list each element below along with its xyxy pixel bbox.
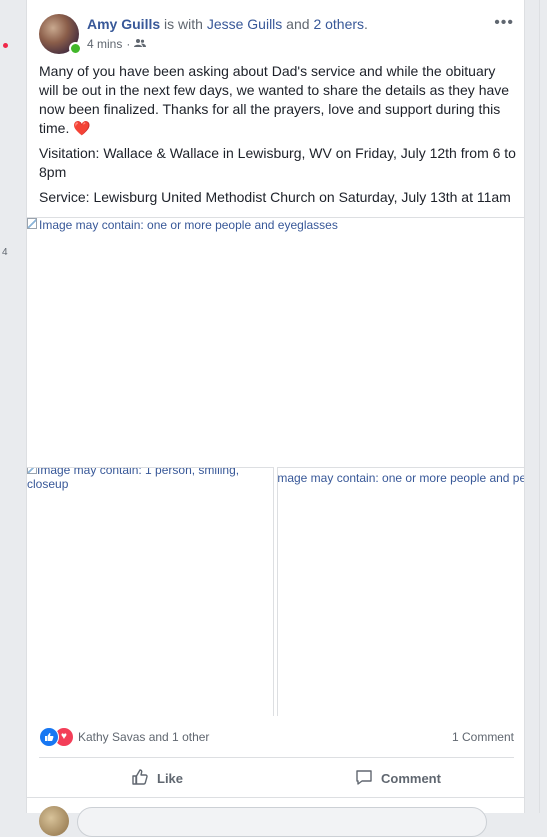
heart-emoji: ❤️ — [73, 120, 91, 136]
broken-image-icon — [27, 468, 37, 474]
comment-icon — [355, 768, 373, 789]
reactors-link[interactable]: Kathy Savas and 1 other — [78, 730, 209, 744]
right-divider — [539, 0, 540, 813]
post-card: Amy Guills is with Jesse Guills and 2 ot… — [26, 0, 525, 837]
post-actions: Like Comment — [39, 757, 514, 798]
photo-right[interactable]: Image may contain: one or more people an… — [277, 467, 524, 716]
photo-left-alt: Image may contain: 1 person, smiling, cl… — [27, 468, 267, 491]
sidebar-counter: 4 — [2, 247, 8, 258]
thumbs-up-icon[interactable] — [39, 727, 59, 747]
post-meta: 4 mins · — [87, 37, 147, 51]
tagged-others-link[interactable]: 2 others — [313, 16, 364, 32]
tagged-person-link[interactable]: Jesse Guills — [207, 16, 282, 32]
comment-count-link[interactable]: 1 Comment — [452, 730, 514, 744]
current-user-avatar — [39, 806, 69, 836]
post-header: Amy Guills is with Jesse Guills and 2 ot… — [39, 14, 514, 55]
like-icon — [131, 768, 149, 789]
meta-separator: · — [126, 37, 131, 51]
comment-input[interactable] — [77, 807, 487, 837]
and-text: and — [282, 16, 314, 32]
friends-icon[interactable] — [134, 37, 147, 51]
author-name-link[interactable]: Amy Guills — [87, 16, 160, 32]
comment-label: Comment — [381, 771, 441, 786]
like-label: Like — [157, 771, 184, 786]
post-paragraph-3: Service: Lewisburg United Methodist Chur… — [39, 189, 511, 205]
period-text: . — [364, 16, 368, 32]
photo-left[interactable]: Image may contain: 1 person, smiling, cl… — [27, 467, 274, 716]
photo-main[interactable]: Image may contain: one or more people an… — [27, 217, 524, 465]
photo-main-alt: Image may contain: one or more people an… — [27, 218, 524, 232]
broken-image-icon — [27, 218, 37, 229]
comment-composer — [27, 797, 524, 837]
right-sidebar-strip — [526, 0, 547, 813]
post-body: Many of you have been asking about Dad's… — [39, 62, 517, 213]
with-text: is with — [160, 16, 207, 32]
post-author-line: Amy Guills is with Jesse Guills and 2 ot… — [87, 16, 368, 32]
reactions-bar: ♥ Kathy Savas and 1 other 1 Comment — [39, 726, 514, 748]
post-timestamp[interactable]: 4 mins — [87, 37, 122, 51]
post-paragraph-1: Many of you have been asking about Dad's… — [39, 63, 510, 136]
notification-dot — [3, 43, 8, 48]
like-button[interactable]: Like — [131, 768, 183, 789]
more-options-button[interactable]: ••• — [494, 14, 514, 32]
comment-button[interactable]: Comment — [355, 768, 441, 789]
photo-right-alt: Image may contain: one or more people an… — [277, 471, 524, 485]
left-sidebar-strip: 4 — [0, 0, 26, 813]
post-paragraph-2: Visitation: Wallace & Wallace in Lewisbu… — [39, 145, 516, 180]
online-status-indicator — [69, 42, 82, 55]
